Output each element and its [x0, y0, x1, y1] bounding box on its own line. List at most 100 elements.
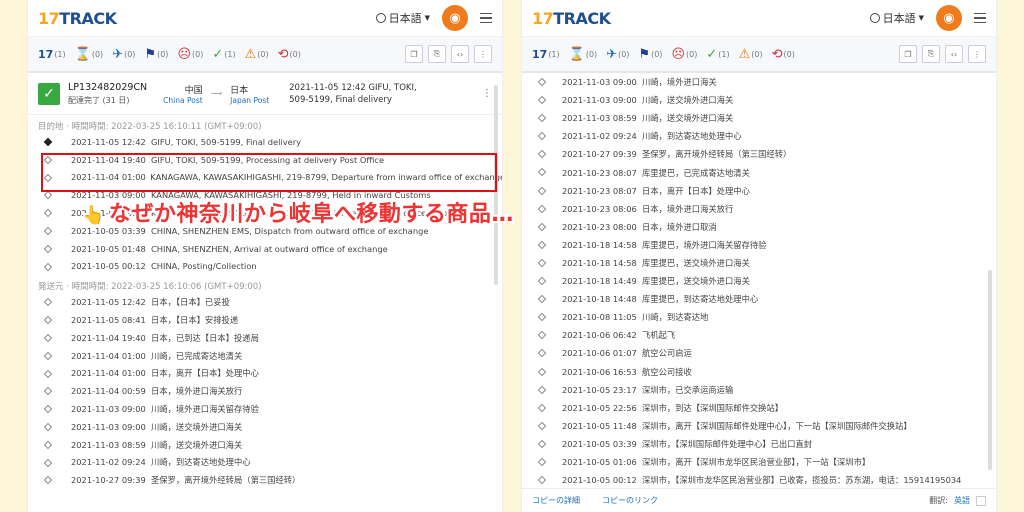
- event-description: 川崎，到达寄达地: [642, 312, 709, 323]
- event-time: 2021-10-05 22:56: [562, 402, 637, 413]
- warning-icon: ⚠: [244, 46, 257, 62]
- delivered-check-icon: ✓: [38, 82, 60, 105]
- timeline-dot-icon: [43, 208, 53, 218]
- event-description: 日本，离开【日本】处理中心: [151, 368, 259, 379]
- timeline-dot-icon: [43, 369, 53, 378]
- timeline-dot-icon: [43, 155, 53, 165]
- checkbox[interactable]: [976, 495, 986, 506]
- event-time: 2021-11-04 19:40: [71, 332, 146, 343]
- event-description: 川崎，送交境外进口海关: [151, 439, 243, 450]
- user-avatar[interactable]: ◉: [936, 5, 962, 31]
- tab-all[interactable]: 17 (1): [38, 48, 66, 61]
- timeline-event: 2021-10-05 22:56 深圳市，到达【深圳国际邮件交换站】: [522, 399, 996, 417]
- event-description: 川崎，境外进口海关: [642, 77, 717, 88]
- event-time: 2021-10-18 14:48: [562, 294, 637, 305]
- tab-not-found[interactable]: ⌛ (0): [569, 47, 598, 62]
- tab-all[interactable]: 17 (1): [532, 48, 560, 61]
- tab-undelivered[interactable]: ☹ (0): [671, 47, 697, 62]
- scrollbar[interactable]: [988, 270, 992, 470]
- more-button[interactable]: ⋮: [968, 45, 986, 63]
- caret-down-icon: ▼: [918, 14, 924, 22]
- event-description: 川崎，境外进口海关留存待验: [151, 404, 259, 415]
- tracking-number: LP132482029CN: [68, 81, 148, 93]
- event-description: GIFU, TOKI, 509-5199, Processing at deli…: [151, 154, 385, 165]
- copy-all-button[interactable]: ⎘: [922, 45, 940, 63]
- timeline-dot-icon: [537, 186, 547, 195]
- event-description: 库里提巴，境外进口海关留存待验: [642, 239, 767, 250]
- timeline-event: 2021-11-05 12:42 日本，【日本】已妥投: [28, 293, 502, 311]
- origin-country: 中国 China Post: [163, 85, 203, 105]
- language-selector[interactable]: 日本語 ▼: [375, 10, 430, 26]
- more-button[interactable]: ⋮: [474, 45, 492, 63]
- event-time: 2021-11-03 09:00: [71, 421, 146, 432]
- tab-in-transit[interactable]: ✈ (0): [112, 47, 135, 62]
- event-time: 2021-11-04 01:00: [71, 172, 146, 183]
- event-description: 川崎，送交境外进口海关: [642, 95, 734, 106]
- timeline-event: 2021-11-03 09:00 川崎，境外进口海关: [522, 73, 996, 91]
- event-time: 2021-11-05 12:42: [71, 297, 146, 308]
- copy-button[interactable]: ❐: [899, 45, 917, 63]
- event-time: 2021-11-03 09:00: [71, 404, 146, 415]
- copy-all-button[interactable]: ⎘: [428, 45, 446, 63]
- share-button[interactable]: ‹›: [945, 45, 963, 63]
- history-icon: ⟲: [277, 46, 289, 62]
- hourglass-icon: ⌛: [568, 46, 585, 62]
- event-time: 2021-10-06 01:07: [562, 348, 637, 359]
- user-avatar[interactable]: ◉: [442, 5, 468, 31]
- tab-alert[interactable]: ⚠ (0): [245, 47, 269, 62]
- hamburger-menu-icon[interactable]: [480, 12, 492, 24]
- plane-icon: ✈: [112, 46, 124, 62]
- timeline-dot-icon: [537, 222, 547, 231]
- event-description: 深圳市，已交承运商运输: [642, 384, 734, 395]
- event-description: 日本，离开【日本】处理中心: [642, 185, 750, 196]
- logo[interactable]: 17TRACK: [532, 9, 611, 28]
- logo[interactable]: 17TRACK: [38, 9, 117, 28]
- timeline-dot-icon: [43, 351, 53, 361]
- event-time: 2021-10-05 00:12: [562, 475, 637, 486]
- event-description: KANAGAWA, KAWASAKIHIGASHI, 219-8799, Dep…: [150, 172, 502, 183]
- timeline-dot-icon: [43, 333, 53, 343]
- event-description: 日本，已到达【日本】投递局: [151, 332, 259, 343]
- copy-link-link[interactable]: コピーのリンク: [602, 495, 658, 506]
- event-description: 日本，【日本】已妥投: [151, 297, 230, 308]
- timeline-dot-icon: [43, 476, 53, 485]
- copy-detail-link[interactable]: コピーの詳細: [532, 495, 580, 506]
- globe-icon: [375, 13, 386, 23]
- share-button[interactable]: ‹›: [451, 45, 469, 63]
- tab-delivered[interactable]: ✓ (1): [706, 47, 729, 62]
- event-description: 圣保罗，离开境外经转局（第三国经转）: [642, 149, 792, 160]
- event-description: 川崎，到达寄达地处理中心: [151, 457, 251, 468]
- timeline-dot-icon: [537, 258, 547, 268]
- event-description: 航空公司启运: [642, 348, 692, 359]
- kebab-icon[interactable]: ⋮: [482, 88, 492, 99]
- tab-delivered[interactable]: ✓ (1): [212, 47, 235, 62]
- timeline-event: 2021-10-06 16:53 航空公司接收: [522, 363, 996, 381]
- tab-expired[interactable]: ⟲ (0): [772, 47, 795, 62]
- package-summary[interactable]: ✓ LP132482029CN 配達完了 (31 日) 中国 China Pos…: [28, 73, 502, 115]
- event-time: 2021-11-03 09:00: [562, 95, 637, 106]
- timeline-event: 2021-10-18 14:48 库里提巴，到达寄达地处理中心: [522, 290, 996, 308]
- tab-pickup[interactable]: ⚑ (0): [144, 47, 168, 62]
- event-description: 库里提巴，到达寄达地处理中心: [642, 294, 759, 305]
- timeline-dot-icon: [537, 168, 547, 177]
- tab-expired[interactable]: ⟲ (0): [278, 47, 301, 62]
- translate-selector[interactable]: 翻訳: 英語: [929, 495, 986, 506]
- scrollbar[interactable]: [494, 85, 498, 285]
- caret-down-icon: ▼: [424, 14, 430, 22]
- timeline-dot-icon: [537, 240, 547, 250]
- language-selector[interactable]: 日本語 ▼: [869, 10, 924, 26]
- timeline-event: 2021-11-05 08:41 日本，【日本】安排投递: [28, 311, 502, 329]
- hamburger-menu-icon[interactable]: [974, 12, 986, 24]
- tab-alert[interactable]: ⚠ (0): [739, 47, 763, 62]
- tab-in-transit[interactable]: ✈ (0): [606, 47, 629, 62]
- copy-button[interactable]: ❐: [405, 45, 423, 63]
- timeline-dot-icon: [537, 403, 547, 412]
- event-time: 2021-11-02 09:24: [562, 131, 637, 142]
- tab-undelivered[interactable]: ☹ (0): [177, 47, 203, 62]
- event-time: 2021-10-18 14:58: [562, 257, 637, 268]
- timeline-dot-icon: [537, 276, 547, 286]
- tab-not-found[interactable]: ⌛ (0): [75, 47, 104, 62]
- tab-pickup[interactable]: ⚑ (0): [638, 47, 662, 62]
- timeline-dot-icon: [537, 150, 547, 159]
- timeline-event: 2021-10-06 01:07 航空公司启运: [522, 344, 996, 362]
